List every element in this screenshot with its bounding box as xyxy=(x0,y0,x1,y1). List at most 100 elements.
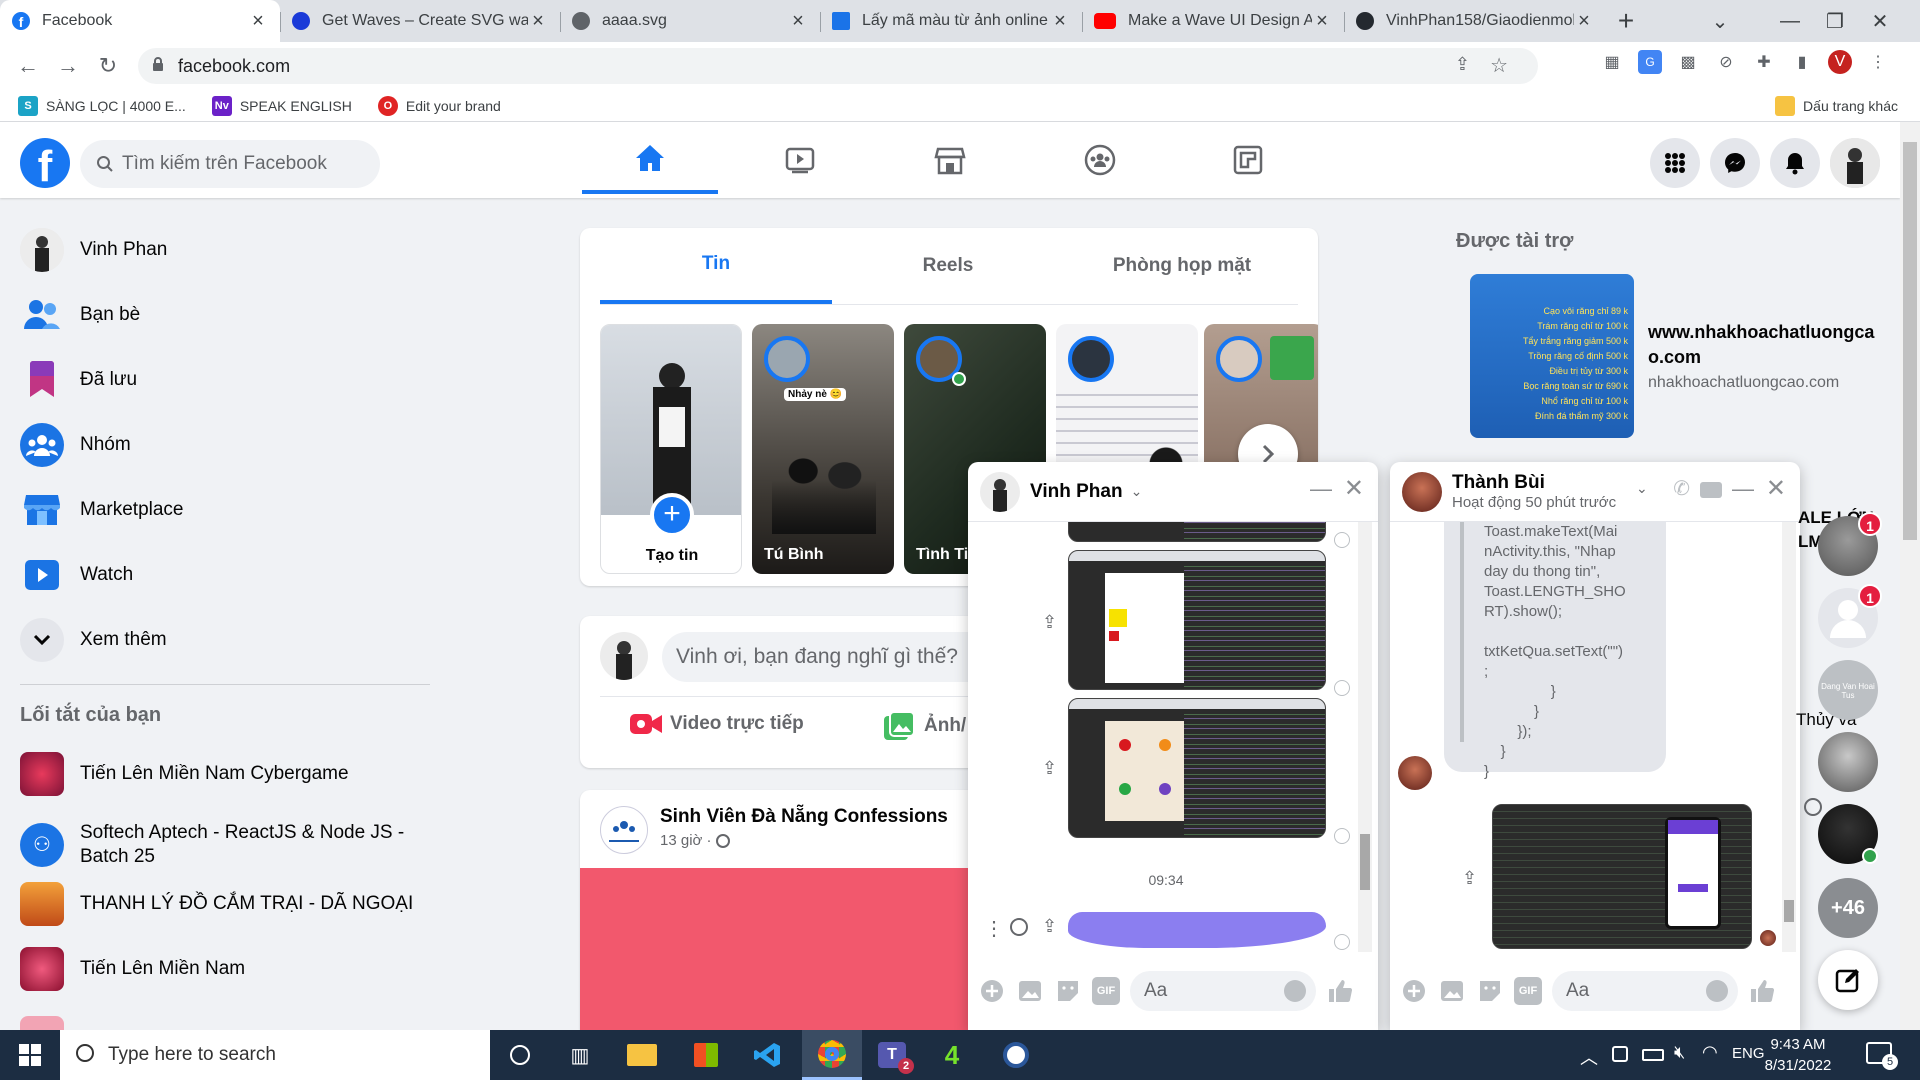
photo-video-button[interactable]: Ảnh/ xyxy=(884,712,966,740)
word-app-icon[interactable] xyxy=(986,1030,1046,1080)
browser-tab-facebook[interactable]: f Facebook × xyxy=(0,0,280,42)
message-input[interactable]: Aa xyxy=(1552,971,1738,1011)
scrollbar-thumb[interactable] xyxy=(1903,142,1917,540)
close-window-button[interactable]: ✕ xyxy=(1850,0,1910,42)
sidebar-item-marketplace[interactable]: Marketplace xyxy=(20,484,184,536)
tab-reels[interactable]: Reels xyxy=(832,228,1064,304)
chat-header[interactable]: Thành Bùi Hoạt động 50 phút trước ⌄ ✆ — … xyxy=(1390,462,1800,522)
cortana-icon[interactable] xyxy=(490,1030,550,1080)
messenger-button[interactable] xyxy=(1710,138,1760,188)
chat-head-contact[interactable]: 1 xyxy=(1818,512,1882,576)
bookmark-star-icon[interactable]: ☆ xyxy=(1490,53,1508,78)
task-view-icon[interactable]: ▥ xyxy=(550,1030,610,1080)
facebook-logo[interactable]: f xyxy=(20,138,70,188)
share-icon[interactable]: ⇪ xyxy=(1042,758,1057,779)
browser-tab-getwaves[interactable]: Get Waves – Create SVG wa × xyxy=(280,0,560,42)
ad-site-url[interactable]: nhakhoachatluongcao.com xyxy=(1648,374,1839,392)
gif-icon[interactable]: GIF xyxy=(1514,977,1542,1005)
close-icon[interactable]: ✕ xyxy=(1344,474,1364,503)
tab-close-icon[interactable]: × xyxy=(528,10,548,33)
facebook-search-input[interactable]: Tìm kiếm trên Facebook xyxy=(80,140,380,188)
nav-marketplace[interactable] xyxy=(882,126,1018,194)
shortcut-item[interactable]: ⚇ Softech Aptech - ReactJS & Node JS - B… xyxy=(20,813,420,877)
nav-home[interactable] xyxy=(582,126,718,194)
browser-tab-github[interactable]: VinhPhan158/Giaodienmob × xyxy=(1344,0,1606,42)
tab-close-icon[interactable]: × xyxy=(1574,10,1594,33)
chat-head-contact[interactable]: 1 xyxy=(1818,584,1882,648)
wifi-icon[interactable]: ◠ xyxy=(1702,1042,1718,1063)
image-icon[interactable] xyxy=(1016,977,1044,1005)
tab-close-icon[interactable]: × xyxy=(788,10,808,33)
page-scrollbar[interactable] xyxy=(1900,122,1920,1030)
account-avatar[interactable] xyxy=(1830,138,1880,188)
qr-extension-icon[interactable]: ▩ xyxy=(1676,50,1700,74)
plus-circle-icon[interactable] xyxy=(978,977,1006,1005)
address-bar[interactable]: facebook.com ⇪ ☆ xyxy=(138,48,1538,84)
teams-icon[interactable]: T2 xyxy=(862,1030,922,1080)
minimize-chat-icon[interactable]: — xyxy=(1310,476,1332,502)
sidebar-item-see-more[interactable]: Xem thêm xyxy=(20,614,167,666)
notification-center-icon[interactable]: 5 xyxy=(1866,1042,1898,1070)
shortcut-item[interactable]: THANH LÝ ĐỒ CẮM TRẠI - DÃ NGOẠI xyxy=(20,878,413,930)
like-thumb-icon[interactable] xyxy=(1748,977,1776,1005)
translate-icon[interactable]: G xyxy=(1638,50,1662,74)
chat-scrollbar[interactable] xyxy=(1782,522,1796,952)
minimize-chat-icon[interactable]: — xyxy=(1732,476,1754,502)
mute-icon[interactable]: 🔇︎ xyxy=(1674,1042,1685,1063)
taskbar-search-input[interactable]: Type here to search xyxy=(60,1030,490,1080)
side-panel-icon[interactable]: ▮ xyxy=(1790,50,1814,74)
emoji-icon[interactable] xyxy=(1284,980,1306,1002)
chat-head-contact[interactable] xyxy=(1818,804,1878,864)
file-explorer-icon[interactable] xyxy=(612,1030,672,1080)
message-image[interactable] xyxy=(1068,522,1326,542)
reload-icon[interactable]: ↻ xyxy=(88,46,128,86)
shortcut-item-partial[interactable] xyxy=(20,1016,64,1030)
more-chats-button[interactable]: +46 xyxy=(1818,878,1878,938)
create-story-card[interactable]: + Tạo tin xyxy=(600,324,742,574)
message-input[interactable]: Aa xyxy=(1130,971,1316,1011)
share-icon[interactable]: ⇪ xyxy=(1042,916,1057,937)
ad-site-title[interactable]: www.nhakhoachatluongcao.com xyxy=(1648,320,1878,370)
browser-tab-youtube[interactable]: Make a Wave UI Design An × xyxy=(1082,0,1344,42)
more-options-icon[interactable]: ⋮ xyxy=(984,916,1004,941)
sidebar-item-friends[interactable]: Bạn bè xyxy=(20,289,140,341)
nav-groups[interactable] xyxy=(1032,126,1168,194)
chevron-down-icon[interactable]: ⌄ xyxy=(1131,483,1143,500)
share-icon[interactable]: ⇪ xyxy=(1042,612,1057,633)
new-tab-button[interactable]: + xyxy=(1606,5,1646,37)
sidebar-item-saved[interactable]: Đã lưu xyxy=(20,354,137,406)
message-image[interactable] xyxy=(1068,698,1326,838)
sidebar-item-watch[interactable]: Watch xyxy=(20,549,133,601)
chrome-icon[interactable] xyxy=(802,1030,862,1080)
phone-icon[interactable]: ✆ xyxy=(1673,476,1690,501)
chevron-down-icon[interactable]: ⌄ xyxy=(1636,480,1648,497)
start-button[interactable] xyxy=(0,1030,60,1080)
share-icon[interactable]: ⇪ xyxy=(1455,54,1470,75)
profile-avatar[interactable]: V xyxy=(1828,50,1852,74)
tab-close-icon[interactable]: × xyxy=(1312,10,1332,33)
share-icon[interactable]: ⇪ xyxy=(1462,868,1477,889)
code-message-bubble[interactable]: Toast.makeText(Mai nActivity.this, "Nhap… xyxy=(1444,522,1666,780)
chat-scrollbar[interactable] xyxy=(1358,522,1372,952)
bookmark-sang-loc[interactable]: S SÀNG LỌC | 4000 E... xyxy=(18,95,186,116)
browser-tab-color[interactable]: Lấy mã màu từ ảnh online | × xyxy=(820,0,1082,42)
sidebar-item-profile[interactable]: Vinh Phan xyxy=(20,224,167,276)
message-image[interactable] xyxy=(1492,804,1752,949)
post-time[interactable]: 13 giờ · xyxy=(660,832,712,849)
compass-icon[interactable]: ⊘ xyxy=(1714,50,1738,74)
message-wave-bubble[interactable] xyxy=(1068,912,1326,948)
emoji-react-icon[interactable] xyxy=(1010,918,1028,936)
notifications-button[interactable] xyxy=(1770,138,1820,188)
gif-icon[interactable]: GIF xyxy=(1092,977,1120,1005)
composer-avatar[interactable] xyxy=(600,632,648,680)
ad-banner-image[interactable]: Cạo vôi răng chỉ 89 k Trám răng chỉ từ 1… xyxy=(1470,274,1634,438)
plus-icon[interactable]: + xyxy=(650,493,694,537)
qr-code-icon[interactable]: ▦ xyxy=(1600,50,1624,74)
forward-arrow-icon[interactable]: → xyxy=(48,46,88,86)
app-4-icon[interactable]: 4 xyxy=(922,1030,982,1080)
chat-header[interactable]: Vinh Phan ⌄ — ✕ xyxy=(968,462,1378,522)
lock-icon[interactable] xyxy=(152,56,164,72)
shortcut-item[interactable]: Tiến Lên Miền Nam Cybergame xyxy=(20,748,349,800)
puzzle-extensions-icon[interactable]: ✚ xyxy=(1752,50,1776,74)
new-message-button[interactable] xyxy=(1818,950,1878,1010)
